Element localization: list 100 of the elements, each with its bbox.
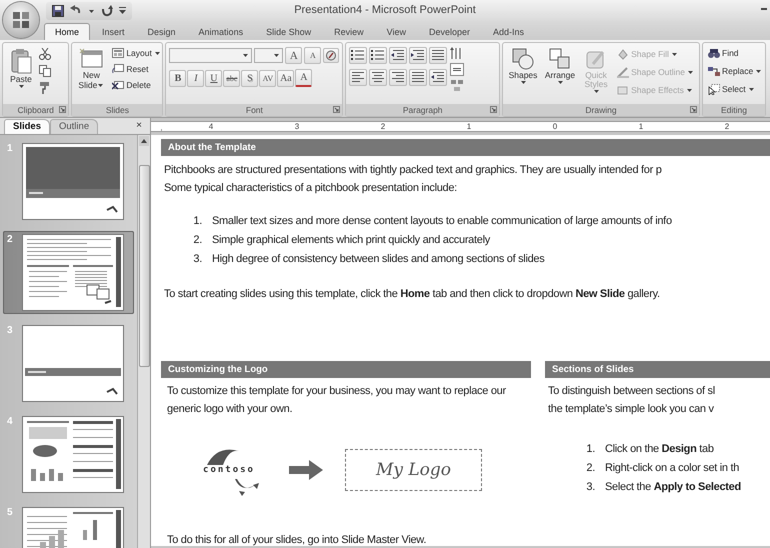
redo-icon[interactable] — [101, 5, 113, 17]
dialog-launcher-icon[interactable] — [490, 106, 497, 113]
list-number: 3. — [585, 480, 595, 495]
slide-thumbnail[interactable] — [22, 325, 124, 402]
horizontal-ruler[interactable]: 4 3 2 1 0 1 2 — [151, 121, 770, 132]
grow-font-button[interactable]: A — [285, 47, 302, 64]
layout-button[interactable]: Layout — [110, 46, 163, 60]
increase-indent-icon[interactable] — [411, 49, 426, 62]
pane-tab[interactable]: Outline — [50, 119, 98, 134]
dialog-launcher-icon[interactable] — [690, 106, 697, 113]
ribbon-tab[interactable]: Slide Show — [255, 23, 322, 40]
slide-icon — [79, 48, 104, 70]
reset-icon — [112, 64, 124, 74]
group-label: Drawing — [585, 105, 617, 115]
ribbon-tab[interactable]: View — [376, 23, 417, 40]
numbering-icon[interactable] — [371, 49, 386, 62]
format-button[interactable]: AV — [259, 70, 276, 86]
scissors-icon[interactable] — [39, 48, 51, 60]
section-heading: About the Template — [161, 139, 770, 156]
replace-icon — [708, 66, 720, 76]
align-text-icon[interactable] — [450, 63, 464, 76]
clear-formatting-button[interactable] — [323, 48, 340, 63]
reset-button[interactable]: Reset — [110, 62, 163, 76]
align-left-icon[interactable] — [351, 71, 366, 84]
list-number: 2. — [192, 233, 202, 248]
delete-button[interactable]: Delete — [110, 78, 163, 92]
editing-button[interactable]: Select — [706, 82, 762, 96]
brush-icon[interactable] — [39, 82, 51, 94]
justify-icon[interactable] — [411, 71, 426, 84]
pointer-icon — [708, 84, 720, 94]
drawing-button[interactable]: Shapes — [506, 46, 540, 104]
font-name-field[interactable] — [169, 48, 252, 63]
ribbon-tab[interactable]: Developer — [418, 23, 482, 40]
office-button[interactable] — [3, 2, 39, 38]
caret-icon[interactable] — [274, 54, 280, 57]
align-center-icon[interactable] — [371, 71, 386, 84]
list-number: 2. — [585, 461, 595, 476]
save-icon[interactable] — [52, 5, 64, 17]
clipboard-icon — [9, 48, 33, 74]
group-label: Paragraph — [402, 105, 443, 115]
binoculars-icon — [708, 48, 720, 58]
scrollbar-thumb[interactable] — [139, 165, 150, 367]
dialog-launcher-icon[interactable] — [59, 106, 66, 113]
body-text: the template’s simple look you can v — [547, 402, 715, 417]
ribbon-tab[interactable]: Insert — [91, 23, 136, 40]
slide-number: 5 — [7, 507, 14, 518]
format-button[interactable]: S — [241, 70, 258, 86]
drawing-button[interactable]: Arrange — [543, 46, 577, 104]
ribbon-tab[interactable]: Review — [323, 23, 375, 40]
office-logo-icon — [11, 10, 31, 30]
caret-icon[interactable] — [154, 52, 160, 54]
slide-thumbnail[interactable] — [22, 234, 124, 311]
ribbon-tab[interactable]: Design — [136, 23, 187, 40]
decrease-indent-icon[interactable] — [391, 49, 406, 62]
slide-list-item[interactable]: 2 — [3, 231, 134, 314]
caret-icon[interactable] — [558, 81, 562, 84]
copy-icon[interactable] — [39, 65, 51, 77]
slide-number: 4 — [7, 416, 14, 427]
bullets-icon[interactable] — [351, 49, 366, 62]
format-button[interactable]: abc — [223, 70, 240, 86]
editing-button[interactable]: Replace — [706, 64, 762, 78]
ribbon-tab[interactable]: Home — [44, 23, 90, 40]
pane-tab[interactable]: Slides — [4, 119, 50, 134]
caret-icon[interactable] — [242, 54, 248, 57]
editing-button[interactable]: Find — [706, 46, 762, 60]
customize-icon[interactable] — [119, 7, 126, 15]
ribbon-tab[interactable]: Add-Ins — [482, 23, 536, 40]
list-number: 1. — [585, 442, 595, 457]
caret-icon[interactable] — [98, 84, 104, 87]
arrange-icon — [549, 48, 571, 70]
effects-icon — [617, 84, 630, 96]
shrink-font-button[interactable]: A — [304, 47, 322, 64]
section-heading: Sections of Slides — [545, 361, 770, 378]
font-size-field[interactable] — [254, 48, 284, 63]
slide-number: 1 — [7, 143, 14, 154]
scroll-up-icon[interactable] — [139, 136, 149, 146]
line-spacing-icon[interactable] — [431, 49, 446, 62]
format-button[interactable]: A — [295, 69, 312, 87]
format-button[interactable]: B — [169, 70, 186, 86]
slide-thumbnail[interactable] — [22, 416, 124, 493]
align-right-icon[interactable] — [391, 71, 406, 84]
format-button[interactable]: Aa — [277, 70, 294, 86]
caret-icon[interactable] — [520, 81, 526, 84]
slide-thumbnail[interactable] — [22, 143, 124, 220]
format-button[interactable]: U — [205, 70, 222, 86]
caret-icon[interactable] — [756, 70, 762, 72]
caret-icon[interactable] — [89, 10, 94, 12]
scrollbar[interactable] — [137, 135, 150, 548]
format-button[interactable]: I — [187, 70, 204, 86]
list-number: 1. — [192, 214, 202, 229]
columns-icon[interactable] — [431, 71, 446, 84]
layout-icon — [112, 48, 124, 58]
new-slide-button[interactable]: New Slide — [75, 46, 108, 104]
close-button[interactable]: × — [136, 120, 142, 131]
ribbon-tab[interactable]: Animations — [188, 23, 254, 40]
caret-icon[interactable] — [748, 88, 754, 90]
dialog-launcher-icon[interactable] — [333, 106, 340, 113]
caret-icon[interactable] — [18, 85, 24, 88]
paste-button[interactable]: Paste — [6, 46, 36, 104]
list-item-text: Right-click on a color set in th — [605, 461, 740, 476]
